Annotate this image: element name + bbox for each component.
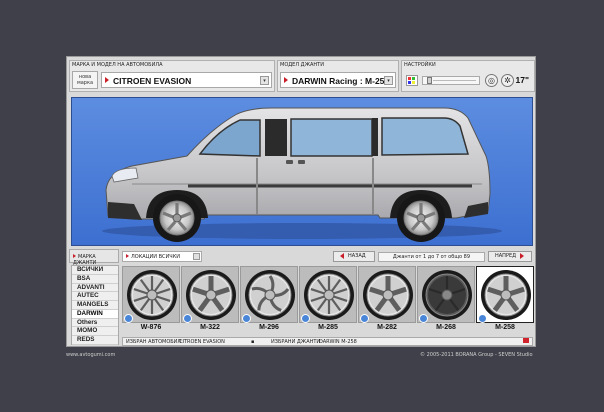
back-button[interactable]: НАЗАД — [333, 251, 375, 262]
chevron-down-icon[interactable] — [193, 253, 200, 260]
front-wheel — [153, 194, 201, 242]
brand-item[interactable]: BSA — [72, 275, 118, 284]
wheel-thumb[interactable]: M-322 — [181, 266, 239, 337]
wheel-brand-header: МАРКА ДЖАНТИ — [69, 249, 119, 266]
brand-item[interactable]: ВСИЧКИ — [72, 266, 118, 275]
rim-icon[interactable]: ✲ — [501, 74, 514, 87]
car-select-dropdown[interactable]: CITROEN EVASION ▾ — [101, 72, 272, 88]
flag-icon[interactable] — [523, 338, 529, 343]
brand-item[interactable]: MANGELS — [72, 301, 118, 310]
wheel-image[interactable] — [181, 266, 239, 323]
separator-dot: ▪ — [251, 339, 255, 345]
footer-copyright: © 2005-2011 BORANA Group - SEVEN Studio — [420, 352, 533, 358]
wheel-view-icon[interactable]: ◎ — [485, 74, 498, 87]
red-arrow-icon — [73, 254, 76, 258]
slider-track — [433, 80, 476, 81]
status-wheel-value: DARWIN M-258 — [319, 339, 357, 345]
red-arrow-icon — [284, 77, 288, 83]
red-arrow-icon — [126, 254, 129, 258]
red-arrow-icon — [105, 77, 109, 83]
wheel-brand-list: ВСИЧКИ BSA ADVANTI AUTEC MANGELS DARWIN Others… — [71, 265, 119, 345]
zoom-icon[interactable] — [301, 314, 310, 323]
zoom-icon[interactable] — [419, 314, 428, 323]
color-palette-icon[interactable] — [406, 75, 418, 86]
wheel-thumb[interactable]: M-268 — [417, 266, 475, 337]
rear-wheel — [397, 194, 445, 242]
brand-item[interactable]: AUTEC — [72, 292, 118, 301]
zoom-icon[interactable] — [478, 314, 487, 323]
status-car-value: CITROEN EVASION — [179, 339, 225, 345]
wheel-configurator: МАРКА И МОДЕЛ НА АВТОМОБИЛА нова марка C… — [66, 56, 536, 347]
wheel-model-panel: МОДЕЛ ДЖАНТИ DARWIN Racing : M-258 ▾ — [277, 60, 399, 92]
next-button[interactable]: НАПРЕД — [488, 251, 532, 262]
wheel-image[interactable] — [358, 266, 416, 323]
footer-site: www.avtogumi.com — [66, 352, 116, 358]
zoom-icon[interactable] — [242, 314, 251, 323]
wheel-thumb[interactable]: M-296 — [240, 266, 298, 337]
wheel-image[interactable] — [417, 266, 475, 323]
wheel-model-dropdown[interactable]: DARWIN Racing : M-258 ▾ — [280, 72, 396, 88]
zoom-icon[interactable] — [183, 314, 192, 323]
settings-controls: ◎ ✲ 17" — [406, 73, 532, 88]
wheel-name: M-285 — [318, 324, 338, 331]
status-bar: ИЗБРАН АВТОМОБИЛ: CITROEN EVASION ▪ ИЗБР… — [122, 337, 533, 346]
car-preview — [71, 97, 533, 246]
chevron-down-icon[interactable]: ▾ — [260, 76, 269, 85]
wheel-model-header: МОДЕЛ ДЖАНТИ — [280, 62, 324, 68]
wheel-image[interactable] — [122, 266, 180, 323]
car-select-panel: МАРКА И МОДЕЛ НА АВТОМОБИЛА нова марка C… — [69, 60, 275, 92]
wheel-thumb[interactable]: M-285 — [299, 266, 357, 337]
car-select-value: CITROEN EVASION — [113, 76, 192, 86]
location-filter-value: ЛОКАЦИИ ВСИЧКИ — [131, 254, 180, 260]
zoom-icon[interactable] — [360, 314, 369, 323]
wheel-model-value: DARWIN Racing : M-258 — [292, 76, 390, 86]
arrow-left-icon — [340, 252, 344, 259]
brand-item[interactable]: REDS — [72, 336, 118, 345]
rim-size-label[interactable]: 17" — [516, 75, 530, 85]
car-image — [102, 107, 502, 242]
zoom-icon[interactable] — [124, 314, 133, 323]
wheel-thumb[interactable]: M-282 — [358, 266, 416, 337]
chevron-down-icon[interactable]: ▾ — [384, 76, 393, 85]
car-select-header: МАРКА И МОДЕЛ НА АВТОМОБИЛА — [72, 62, 163, 68]
wheel-name: W-876 — [140, 324, 162, 331]
wheel-name: M-268 — [436, 324, 456, 331]
brand-item[interactable]: Others — [72, 319, 118, 328]
wheel-thumb[interactable]: W-876 — [122, 266, 180, 337]
wheel-thumb[interactable]: M-258 — [476, 266, 534, 337]
slider-thumb[interactable] — [427, 77, 432, 84]
wheel-name: M-322 — [200, 324, 220, 331]
new-brand-button[interactable]: нова марка — [72, 71, 98, 89]
wheel-image[interactable] — [476, 266, 534, 323]
brand-item[interactable]: ADVANTI — [72, 284, 118, 293]
wheel-name: M-282 — [377, 324, 397, 331]
brand-item[interactable]: DARWIN — [72, 309, 118, 319]
status-car-label: ИЗБРАН АВТОМОБИЛ: — [126, 339, 183, 345]
pager-info: Джанти от 1 до 7 от общо 89 — [378, 252, 485, 262]
wheel-name: M-296 — [259, 324, 279, 331]
brand-item[interactable]: MOMO — [72, 327, 118, 336]
settings-panel: НАСТРОЙКИ ◎ ✲ 17" — [401, 60, 535, 92]
arrow-right-icon — [520, 252, 525, 259]
wheel-image[interactable] — [299, 266, 357, 323]
height-slider[interactable] — [422, 76, 480, 85]
wheel-gallery: W-876 M-322 M-296 M-285 M-282 M-268 M-25… — [122, 266, 534, 337]
location-filter-dropdown[interactable]: ЛОКАЦИИ ВСИЧКИ — [122, 251, 202, 262]
settings-header: НАСТРОЙКИ — [404, 62, 436, 68]
status-wheel-label: ИЗБРАНИ ДЖАНТИ: — [271, 339, 322, 345]
wheel-name: M-258 — [495, 324, 515, 331]
wheel-image[interactable] — [240, 266, 298, 323]
